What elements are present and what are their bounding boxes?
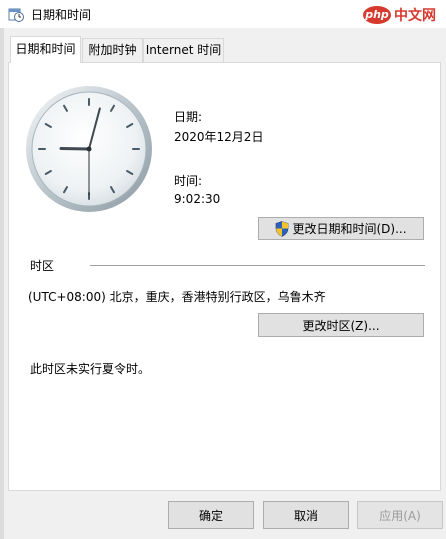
apply-button[interactable]: 应用(A) <box>357 501 443 529</box>
change-date-time-label: 更改日期和时间(D)... <box>292 222 407 236</box>
ok-button[interactable]: 确定 <box>168 501 254 529</box>
timezone-heading: 时区 <box>30 259 55 273</box>
change-timezone-button[interactable]: 更改时区(Z)... <box>258 313 424 337</box>
tab-additional-clocks[interactable]: 附加时钟 <box>82 38 143 62</box>
uac-shield-icon <box>276 220 289 237</box>
window-left-edge <box>0 0 4 539</box>
timezone-divider <box>90 265 425 266</box>
site-watermark: php 中文网 <box>363 6 436 24</box>
watermark-text: 中文网 <box>394 8 436 24</box>
date-label: 日期: <box>174 110 203 124</box>
title-bar[interactable]: 日期和时间 php 中文网 <box>0 0 446 28</box>
datetime-app-icon <box>8 8 24 22</box>
analog-clock <box>26 86 152 212</box>
dst-note: 此时区未实行夏令时。 <box>30 362 151 376</box>
tab-internet-time[interactable]: Internet 时间 <box>143 38 224 62</box>
clock-center-pin <box>86 146 92 152</box>
time-value: 9:02:30 <box>174 192 221 206</box>
change-date-time-button[interactable]: 更改日期和时间(D)... <box>258 217 424 240</box>
date-value: 2020年12月2日 <box>174 130 264 144</box>
tab-date-and-time[interactable]: 日期和时间 <box>10 36 81 63</box>
cancel-button[interactable]: 取消 <box>263 501 349 529</box>
time-label: 时间: <box>174 174 203 188</box>
timezone-value: (UTC+08:00) 北京，重庆，香港特别行政区，乌鲁木齐 <box>28 290 326 304</box>
window-title: 日期和时间 <box>31 8 92 22</box>
watermark-badge: php <box>363 6 391 24</box>
